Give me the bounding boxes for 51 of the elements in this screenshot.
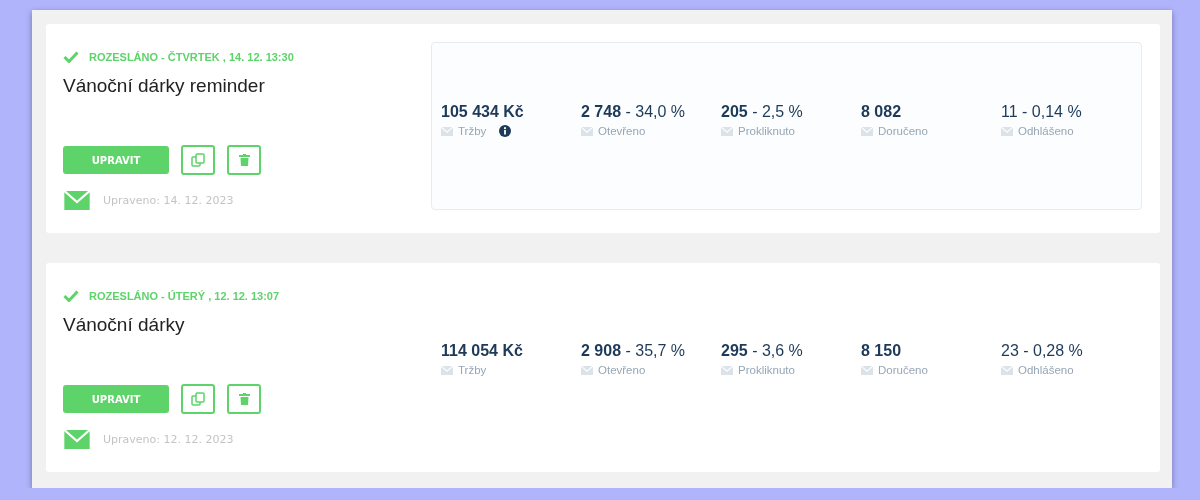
- delete-button[interactable]: [227, 145, 261, 175]
- copy-icon: [191, 392, 205, 406]
- stat-value: 105 434 Kč: [441, 103, 525, 121]
- envelope-icon: [581, 365, 593, 375]
- delete-button[interactable]: [227, 384, 261, 414]
- stat-label: Odhlášeno: [1018, 125, 1074, 137]
- info-icon[interactable]: [499, 125, 512, 137]
- stat-label: Odhlášeno: [1018, 364, 1074, 376]
- stat-value: 295 - 3,6 %: [721, 342, 804, 360]
- stat-label: Tržby: [458, 125, 487, 137]
- edit-button[interactable]: UPRAVIT: [63, 385, 169, 413]
- envelope-icon: [721, 365, 733, 375]
- campaign-title: Vánoční dárky reminder: [63, 75, 266, 97]
- envelope-icon: [63, 430, 91, 449]
- stat-value: 2 908 - 35,7 %: [581, 342, 687, 360]
- updated-date: Upraveno: 12. 12. 2023: [103, 433, 234, 446]
- edit-button[interactable]: UPRAVIT: [63, 146, 169, 174]
- envelope-icon: [1001, 365, 1013, 375]
- envelope-icon: [63, 191, 91, 210]
- stat-label: Prokliknuto: [738, 364, 795, 376]
- trash-icon: [238, 154, 250, 166]
- check-icon: [63, 289, 79, 302]
- campaign-title: Vánoční dárky: [63, 314, 186, 336]
- stat-label: Doručeno: [878, 364, 928, 376]
- stat-value: 205 - 2,5 %: [721, 103, 804, 121]
- updated-date: Upraveno: 14. 12. 2023: [103, 194, 234, 207]
- stat-label: Otevřeno: [598, 364, 646, 376]
- trash-icon: [238, 393, 250, 405]
- envelope-icon: [441, 365, 453, 375]
- stat-value: 23 - 0,28 %: [1001, 342, 1084, 360]
- stat-value: 2 748 - 34,0 %: [581, 103, 687, 121]
- duplicate-button[interactable]: [181, 384, 215, 414]
- copy-icon: [191, 153, 205, 167]
- stat-value: 114 054 Kč: [441, 342, 524, 360]
- stat-label: Doručeno: [878, 125, 928, 137]
- envelope-icon: [1001, 126, 1013, 136]
- envelope-icon: [721, 126, 733, 136]
- stat-value: 11 - 0,14 %: [1001, 103, 1083, 121]
- stat-value: 8 082: [861, 103, 903, 121]
- status-text: ROZESLÁNO - ÚTERÝ , 12. 12. 13:07: [89, 289, 280, 302]
- envelope-icon: [861, 365, 873, 375]
- envelope-icon: [441, 126, 453, 136]
- stat-label: Prokliknuto: [738, 125, 795, 137]
- stat-value: 8 150: [861, 342, 903, 360]
- envelope-icon: [581, 126, 593, 136]
- check-icon: [63, 50, 79, 63]
- status-text: ROZESLÁNO - ČTVRTEK , 14. 12. 13:30: [89, 50, 294, 63]
- envelope-icon: [861, 126, 873, 136]
- stat-label: Otevřeno: [598, 125, 646, 137]
- duplicate-button[interactable]: [181, 145, 215, 175]
- stat-label: Tržby: [458, 364, 487, 376]
